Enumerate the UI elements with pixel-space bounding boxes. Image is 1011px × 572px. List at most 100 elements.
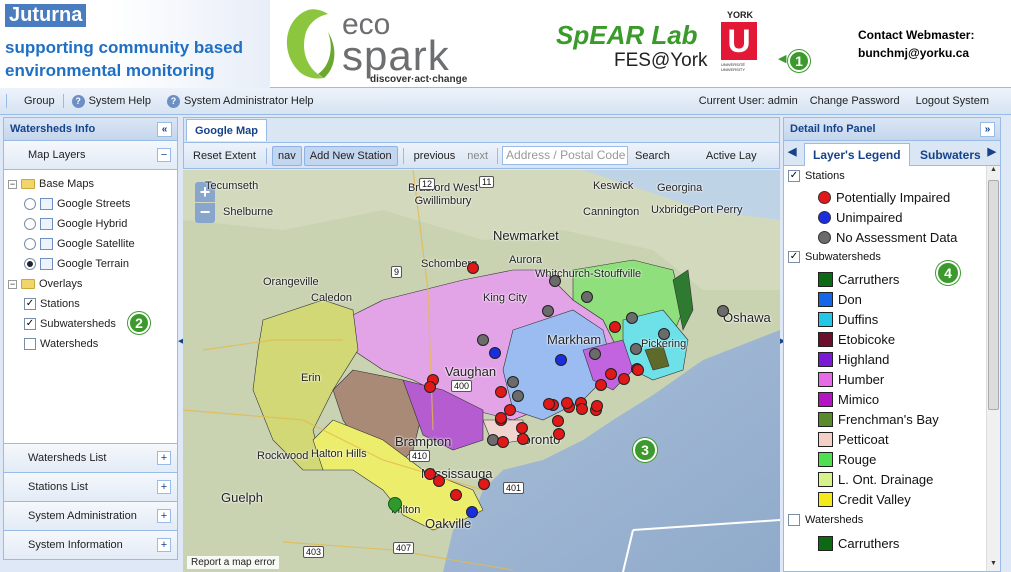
station-marker[interactable] <box>626 312 638 324</box>
station-marker[interactable] <box>595 379 607 391</box>
tab-scroll-left-icon[interactable]: ◀ <box>788 145 796 158</box>
legend-scrollbar[interactable]: ▲ ▼ <box>986 166 1000 571</box>
station-marker[interactable] <box>555 354 567 366</box>
station-marker[interactable] <box>466 506 478 518</box>
station-marker[interactable] <box>478 478 490 490</box>
legend-watersheds-header[interactable]: Watersheds <box>788 514 863 526</box>
add-new-station-button[interactable]: Add New Station <box>303 145 398 166</box>
expand-button[interactable]: + <box>157 451 171 465</box>
station-marker[interactable] <box>552 415 564 427</box>
checkbox-subwatersheds[interactable]: ✓ <box>24 318 36 330</box>
search-button[interactable]: Search <box>630 147 675 165</box>
report-map-error-link[interactable]: Report a map error <box>187 556 280 569</box>
radio-google-satellite[interactable] <box>24 238 36 250</box>
layer-icon <box>40 198 53 210</box>
station-marker[interactable] <box>658 328 670 340</box>
system-administration-section[interactable]: System Administration + <box>3 502 178 531</box>
station-marker[interactable] <box>609 321 621 333</box>
station-marker[interactable] <box>630 343 642 355</box>
tree-stations[interactable]: ✓ Stations <box>4 294 177 314</box>
checkbox-legend-watersheds[interactable] <box>788 514 800 526</box>
legend-subwatersheds-header[interactable]: ✓ Subwatersheds <box>788 251 881 263</box>
station-marker[interactable] <box>591 400 603 412</box>
station-marker[interactable] <box>497 436 509 448</box>
checkbox-legend-subwatersheds[interactable]: ✓ <box>788 251 800 263</box>
expand-button[interactable]: + <box>157 509 171 523</box>
previous-button[interactable]: previous <box>409 147 461 165</box>
expand-icon[interactable]: − <box>8 179 17 189</box>
tab-scroll-right-icon[interactable]: ▶ <box>988 145 996 158</box>
checkbox-stations[interactable]: ✓ <box>24 298 36 310</box>
station-marker[interactable] <box>433 475 445 487</box>
station-marker[interactable] <box>512 390 524 402</box>
station-marker[interactable] <box>467 262 479 274</box>
tree-overlays[interactable]: − Overlays <box>4 274 177 294</box>
station-marker[interactable] <box>489 347 501 359</box>
zoom-out-button[interactable]: − <box>195 203 215 223</box>
checkbox-watersheds[interactable] <box>24 338 36 350</box>
scroll-up-icon[interactable]: ▲ <box>987 166 1000 178</box>
station-marker[interactable] <box>553 428 565 440</box>
station-marker[interactable] <box>605 368 617 380</box>
collapse-left-button[interactable]: « <box>157 122 172 137</box>
station-marker[interactable] <box>450 489 462 501</box>
tab-google-map[interactable]: Google Map <box>186 119 267 141</box>
tree-google-hybrid[interactable]: Google Hybrid <box>4 214 177 234</box>
subwatershed-label: Humber <box>838 372 885 387</box>
station-marker[interactable] <box>495 386 507 398</box>
station-marker[interactable] <box>543 398 555 410</box>
checkbox-legend-stations[interactable]: ✓ <box>788 170 800 182</box>
station-marker[interactable] <box>632 364 644 376</box>
station-marker[interactable] <box>618 373 630 385</box>
station-marker[interactable] <box>477 334 489 346</box>
station-marker[interactable] <box>549 275 561 287</box>
expand-button[interactable]: + <box>157 538 171 552</box>
tree-base-maps[interactable]: − Base Maps <box>4 174 177 194</box>
tree-watersheds[interactable]: Watersheds <box>4 334 177 354</box>
scroll-thumb[interactable] <box>988 180 999 410</box>
google-map-canvas[interactable]: + − Tecumseth Bradford West Gwillimbury Ke… <box>183 170 780 572</box>
next-button[interactable]: next <box>462 147 493 165</box>
station-marker[interactable] <box>561 397 573 409</box>
station-marker[interactable] <box>517 433 529 445</box>
tree-google-streets[interactable]: Google Streets <box>4 194 177 214</box>
nav-button[interactable]: nav <box>271 145 302 166</box>
station-marker[interactable] <box>495 412 507 424</box>
tree-google-terrain[interactable]: Google Terrain <box>4 254 177 274</box>
system-help-button[interactable]: ? System Help <box>64 94 159 108</box>
radio-google-streets[interactable] <box>24 198 36 210</box>
group-menu[interactable]: Group <box>8 95 63 107</box>
address-search-input[interactable]: Address / Postal Code <box>502 146 629 165</box>
legend-stations-header[interactable]: ✓ Stations <box>788 170 845 182</box>
road-shield-icon: 401 <box>503 482 525 494</box>
station-marker[interactable] <box>589 348 601 360</box>
tree-subwatersheds[interactable]: ✓ Subwatersheds 2 <box>4 312 177 334</box>
change-password-link[interactable]: Change Password <box>802 95 908 107</box>
expand-icon[interactable]: − <box>8 279 17 289</box>
station-marker[interactable] <box>576 403 588 415</box>
spear-lab-logo: SpEAR Lab FES@York <box>556 20 726 80</box>
logout-link[interactable]: Logout System <box>908 95 1011 107</box>
contact-email[interactable]: bunchmj@yorku.ca <box>858 44 974 62</box>
scroll-down-icon[interactable]: ▼ <box>987 560 1000 571</box>
station-marker[interactable] <box>542 305 554 317</box>
radio-google-hybrid[interactable] <box>24 218 36 230</box>
collapse-right-button[interactable]: » <box>980 122 995 137</box>
expand-button[interactable]: + <box>157 480 171 494</box>
admin-help-button[interactable]: ? System Administrator Help <box>159 94 322 108</box>
collapse-map-layers-button[interactable]: − <box>157 148 171 162</box>
station-marker[interactable] <box>424 381 436 393</box>
tree-google-satellite[interactable]: Google Satellite <box>4 234 177 254</box>
system-information-section[interactable]: System Information + <box>3 531 178 560</box>
tab-layers-legend[interactable]: Layer's Legend <box>804 143 910 166</box>
station-marker[interactable] <box>581 291 593 303</box>
station-marker[interactable] <box>507 376 519 388</box>
tab-subwatersheds[interactable]: Subwaters <box>912 143 989 166</box>
map-layers-header[interactable]: Map Layers − <box>3 141 178 170</box>
station-marker[interactable] <box>717 305 729 317</box>
stations-list-section[interactable]: Stations List + <box>3 473 178 502</box>
subwatershed-label: Credit Valley <box>838 492 911 507</box>
reset-extent-button[interactable]: Reset Extent <box>188 147 261 165</box>
radio-google-terrain[interactable] <box>24 258 36 270</box>
watersheds-list-section[interactable]: Watersheds List + <box>3 444 178 473</box>
